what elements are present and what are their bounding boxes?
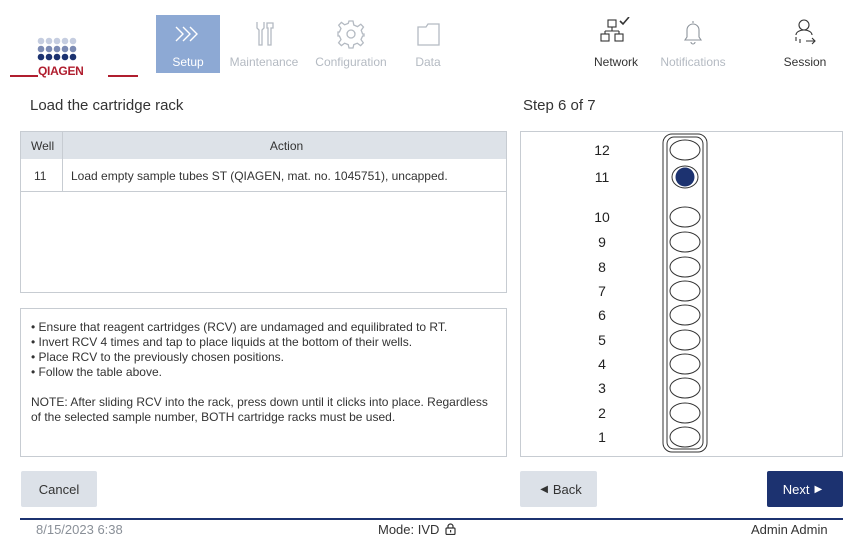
gear-icon	[337, 20, 365, 49]
cartridge-rack-panel: 12 11 10 9 8 7 6 5 4 3 2 1	[520, 131, 843, 457]
tab-data-label: Data	[415, 55, 441, 69]
footer-mode: Mode: IVD	[378, 522, 456, 537]
tab-maintenance[interactable]: Maintenance	[224, 15, 304, 73]
rack-position-label: 2	[598, 405, 606, 421]
rack-position-label: 6	[598, 307, 606, 323]
triangle-left-icon: ◀	[540, 483, 548, 495]
rack-well-3	[669, 377, 701, 399]
rack-position-label: 4	[598, 356, 606, 372]
rack-position-label: 7	[598, 283, 606, 299]
tab-session[interactable]: Session	[775, 15, 835, 73]
tab-maintenance-label: Maintenance	[229, 55, 299, 69]
cancel-button-label: Cancel	[38, 481, 80, 497]
tab-network-label: Network	[593, 55, 638, 69]
cancel-button[interactable]: Cancel	[21, 471, 97, 507]
rack-position-label: 1	[598, 429, 606, 445]
triangle-right-icon: ▶	[814, 483, 823, 495]
network-icon	[600, 17, 630, 42]
rack-position-label: 5	[598, 332, 606, 348]
tab-data[interactable]: Data	[400, 15, 456, 73]
table-row[interactable]: 11 Load empty sample tubes ST (QIAGEN, m…	[21, 159, 506, 192]
top-bar: QIAGEN Setup Maintenance Configuration D…	[0, 0, 845, 78]
cell-action: Load empty sample tubes ST (QIAGEN, mat.…	[71, 169, 448, 183]
rack-position-label: 3	[598, 380, 606, 396]
column-header-action: Action	[269, 139, 304, 153]
cartridge-rack-diagram: 12 11 10 9 8 7 6 5 4 3 2 1	[594, 133, 708, 453]
rack-position-label: 10	[594, 209, 610, 225]
footer-datetime: 8/15/2023 6:38	[36, 522, 123, 537]
rack-position-label: 9	[598, 234, 606, 250]
rack-well-8	[669, 256, 701, 278]
rack-well-filled-11	[675, 167, 695, 187]
footer-divider	[20, 518, 843, 520]
page-title: Load the cartridge rack	[30, 97, 184, 114]
lock-icon	[445, 523, 456, 536]
tab-network[interactable]: Network	[586, 15, 646, 73]
instruction-bullet: • Ensure that reagent cartridges (RCV) a…	[31, 320, 448, 334]
table-header: Well Action	[21, 132, 506, 159]
logo-rule-right	[108, 75, 138, 77]
folder-icon	[417, 23, 440, 46]
rack-well-5	[669, 329, 701, 351]
tab-configuration-label: Configuration	[315, 55, 387, 69]
instructions-box: • Ensure that reagent cartridges (RCV) a…	[20, 308, 507, 457]
bell-icon	[683, 21, 703, 45]
tools-icon	[256, 22, 274, 46]
rack-position-label: 11	[595, 169, 610, 185]
tab-configuration[interactable]: Configuration	[308, 15, 394, 73]
rack-well-7	[669, 280, 701, 302]
logo-wordmark: QIAGEN	[38, 64, 84, 78]
next-button-label: Next	[782, 481, 810, 497]
instruction-note: NOTE: After sliding RCV into the rack, p…	[31, 395, 488, 424]
back-button[interactable]: ◀ Back	[520, 471, 597, 507]
step-indicator: Step 6 of 7	[523, 97, 596, 114]
action-table: Well Action 11 Load empty sample tubes S…	[20, 131, 507, 293]
column-header-well: Well	[31, 139, 55, 153]
instruction-bullet: • Follow the table above.	[31, 365, 162, 379]
tab-notifications-label: Notifications	[660, 55, 726, 69]
rack-well-4	[669, 353, 701, 375]
instruction-bullet: • Invert RCV 4 times and tap to place li…	[31, 335, 413, 349]
rack-well-1	[669, 426, 701, 448]
footer-mode-label: Mode: IVD	[378, 522, 440, 537]
user-logout-icon	[795, 19, 816, 45]
chevrons-right-icon	[175, 26, 198, 42]
footer-user: Admin Admin	[751, 522, 828, 537]
rack-well-12	[669, 139, 701, 161]
tab-session-label: Session	[783, 55, 827, 69]
tab-notifications[interactable]: Notifications	[652, 15, 734, 73]
tab-setup[interactable]: Setup	[156, 15, 220, 73]
rack-well-10	[669, 206, 701, 228]
column-divider	[62, 159, 63, 192]
rack-position-label: 12	[594, 142, 610, 158]
tab-setup-label: Setup	[172, 55, 204, 69]
rack-position-label: 8	[598, 259, 606, 275]
rack-well-9	[669, 231, 701, 253]
qiagen-logo: QIAGEN	[10, 22, 138, 80]
back-button-label: Back	[552, 481, 582, 497]
next-button[interactable]: Next ▶	[767, 471, 843, 507]
rack-well-6	[669, 304, 701, 326]
instruction-bullet: • Place RCV to the previously chosen pos…	[31, 350, 284, 364]
cell-well: 11	[34, 169, 47, 183]
rack-well-2	[669, 402, 701, 424]
column-divider	[62, 132, 63, 159]
logo-rule-left	[10, 75, 38, 77]
